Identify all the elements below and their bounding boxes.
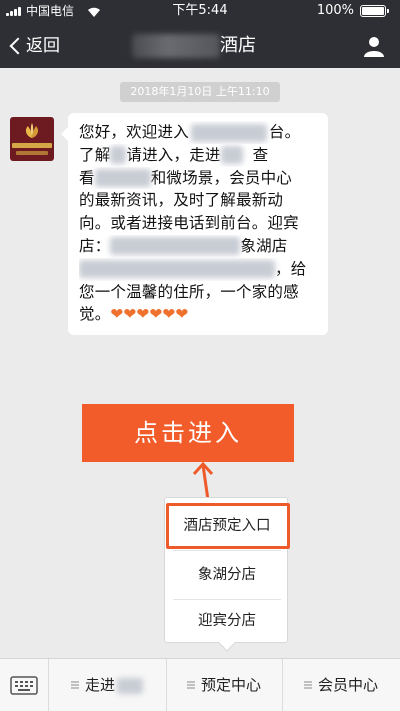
tab-label: 走进	[84, 676, 115, 694]
message-text: 了解	[79, 145, 111, 164]
redaction	[110, 146, 127, 165]
redaction	[117, 677, 143, 694]
logo-icon	[25, 123, 39, 138]
redaction	[94, 169, 151, 188]
profile-icon[interactable]	[362, 34, 386, 58]
title-redaction	[132, 34, 220, 58]
message-text: 象湖店	[240, 236, 288, 255]
tab-member-center[interactable]: 会员中心	[282, 659, 400, 711]
status-bar: 中国电信 下午5:44 100%	[0, 0, 400, 22]
tab-enter[interactable]: 走进	[48, 659, 166, 711]
page-title: 酒店	[220, 35, 256, 56]
message-text: 和微场景，会员中心	[150, 168, 293, 187]
message-text: 请进入，走进	[126, 145, 221, 164]
arrow-down-icon	[192, 461, 214, 501]
keyboard-icon[interactable]	[10, 673, 38, 697]
heart-icons: ❤❤❤❤❤❤	[110, 305, 189, 324]
message-timestamp: 2018年1月10日 上午11:10	[120, 82, 280, 102]
message-text: 您一个温馨的住所，一个家的感	[79, 282, 299, 301]
message-text: ，给	[275, 259, 307, 278]
logo-text	[12, 143, 52, 148]
avatar[interactable]	[10, 117, 54, 161]
message-text: 您好，欢迎进入	[79, 123, 189, 141]
redaction	[110, 237, 241, 256]
menu-lines-icon	[70, 681, 79, 688]
menu-lines-icon	[186, 681, 195, 688]
logo-subtext	[16, 151, 48, 155]
message-text: 看	[79, 168, 95, 187]
redaction	[79, 260, 275, 279]
tab-label: 预定中心	[200, 676, 261, 694]
message-text: 店：	[79, 236, 111, 255]
redaction	[220, 146, 243, 165]
tab-booking-center[interactable]: 预定中心	[166, 659, 282, 711]
menu-item-xianghu-branch[interactable]: 象湖分店	[165, 551, 289, 599]
tab-label: 会员中心	[317, 676, 378, 694]
message-text: 查	[252, 145, 269, 164]
message-text: 的最新资讯，及时了解最新动	[79, 191, 284, 210]
chevron-left-icon	[9, 37, 27, 55]
battery-icon	[360, 5, 389, 17]
menu-lines-icon	[303, 681, 312, 688]
message-text: 觉。	[79, 305, 111, 324]
redaction	[190, 123, 267, 142]
back-label: 返回	[26, 36, 60, 56]
message-bubble: 您好，欢迎进入 台。 了解 请进入，走进 查 看 和微场景，会员中心 的最新资讯，及时了…	[61, 113, 328, 335]
back-button[interactable]: 返回	[9, 32, 60, 60]
battery-percent: 100%	[316, 3, 354, 18]
bottom-menu-bar: 走进 预定中心 会员中心	[0, 658, 400, 711]
message-text: 台。	[268, 123, 301, 141]
click-enter-button[interactable]: 点击进入	[82, 404, 294, 462]
highlight-box	[166, 503, 290, 549]
top-bar: 中国电信 下午5:44 100% 返回 酒店	[0, 0, 400, 68]
message-text: 向。或者进接电话到前台。迎宾	[79, 214, 299, 233]
